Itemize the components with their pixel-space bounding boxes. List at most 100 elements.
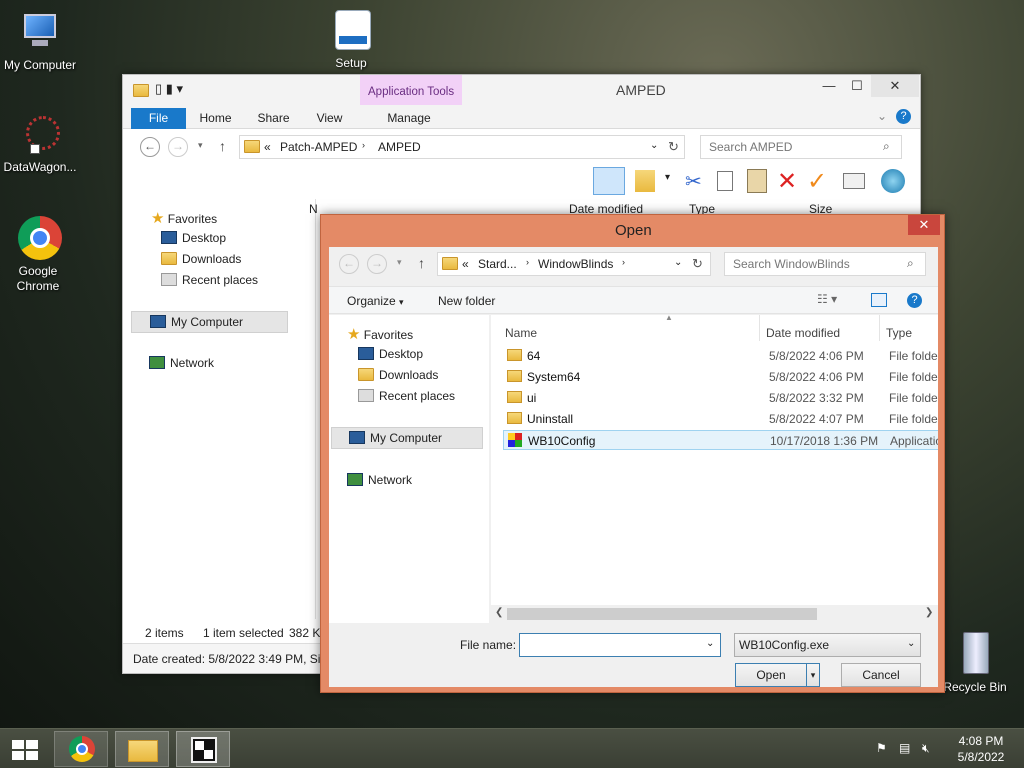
desktop-icon-datawagon[interactable]: DataWagon...: [0, 112, 80, 175]
action-center-flag-icon[interactable]: ⚑: [876, 741, 887, 755]
column-header-type[interactable]: Type: [886, 326, 912, 340]
scrollbar-thumb[interactable]: [507, 608, 817, 620]
tab-home[interactable]: Home: [193, 108, 238, 129]
chevron-right-icon[interactable]: ›: [622, 257, 625, 267]
desktop-icon-my-computer[interactable]: My Computer: [0, 10, 80, 73]
delete-icon[interactable]: ✕: [777, 167, 797, 196]
address-bar[interactable]: « Stard... › WindowBlinds › ⌄ ↻: [437, 252, 711, 276]
properties-icon[interactable]: [635, 170, 655, 192]
breadcrumb-overflow[interactable]: «: [462, 257, 469, 271]
minimize-button[interactable]: —: [815, 75, 843, 97]
breadcrumb-item[interactable]: WindowBlinds: [538, 257, 613, 271]
start-button[interactable]: [0, 731, 50, 767]
file-row[interactable]: Uninstall 5/8/2022 4:07 PM File folder: [503, 409, 938, 429]
search-box[interactable]: Search AMPED ⌕: [700, 135, 902, 159]
new-folder-button[interactable]: New folder: [438, 294, 495, 308]
file-row[interactable]: 64 5/8/2022 4:06 PM File folder: [503, 346, 938, 366]
address-dropdown-icon[interactable]: ⌄: [674, 257, 682, 268]
taskbar-explorer[interactable]: [115, 731, 169, 767]
chevron-down-icon[interactable]: ⌄: [907, 638, 915, 649]
nav-favorites[interactable]: ★ Favorites: [347, 325, 413, 343]
cut-icon[interactable]: ✂: [685, 169, 702, 194]
copy-icon[interactable]: [717, 171, 733, 191]
horizontal-scrollbar[interactable]: ❮ ❯: [491, 605, 938, 623]
tab-view[interactable]: View: [307, 108, 352, 129]
clock[interactable]: 4:08 PM 5/8/2022: [950, 733, 1012, 765]
tab-share[interactable]: Share: [251, 108, 296, 129]
desktop-icon-setup[interactable]: Setup: [311, 8, 391, 71]
quick-access-toolbar[interactable]: ▯ ▮ ▾: [155, 81, 183, 97]
tab-file[interactable]: File: [131, 108, 186, 129]
expand-ribbon-icon[interactable]: ⌄: [877, 109, 887, 123]
file-row[interactable]: ui 5/8/2022 3:32 PM File folder: [503, 388, 938, 408]
search-box[interactable]: Search WindowBlinds ⌕: [724, 252, 926, 276]
nav-my-computer[interactable]: My Computer: [131, 311, 288, 333]
open-split-dropdown[interactable]: ▾: [806, 663, 820, 687]
nav-desktop[interactable]: Desktop: [358, 347, 423, 361]
nav-recent-places[interactable]: Recent places: [358, 389, 455, 403]
help-icon[interactable]: ?: [896, 109, 911, 124]
forward-button[interactable]: →: [168, 137, 188, 157]
volume-muted-icon[interactable]: 🔇︎: [922, 741, 930, 756]
breadcrumb-item[interactable]: AMPED: [378, 140, 421, 154]
address-bar[interactable]: « Patch-AMPED › AMPED ⌄ ↻: [239, 135, 685, 159]
recent-locations-button[interactable]: ▾: [397, 257, 402, 268]
rename-icon[interactable]: [843, 173, 865, 189]
nav-my-computer[interactable]: My Computer: [331, 427, 483, 449]
nav-downloads[interactable]: Downloads: [358, 368, 438, 382]
file-name-input[interactable]: ⌄: [519, 633, 721, 657]
refresh-icon[interactable]: ↻: [692, 256, 703, 272]
up-button[interactable]: ↑: [219, 138, 226, 154]
breadcrumb-overflow[interactable]: «: [264, 140, 271, 154]
checkmark-icon[interactable]: ✓: [807, 167, 827, 196]
chevron-right-icon[interactable]: ›: [362, 140, 365, 150]
view-options-icon[interactable]: ☷ ▾: [817, 292, 837, 306]
nav-downloads[interactable]: Downloads: [161, 252, 241, 266]
refresh-icon[interactable]: ↻: [668, 139, 679, 155]
chevron-down-icon[interactable]: ▾: [665, 172, 670, 183]
forward-button[interactable]: →: [367, 254, 387, 274]
cancel-button[interactable]: Cancel: [841, 663, 921, 687]
close-button[interactable]: ✕: [871, 75, 919, 97]
layout-pane-icon[interactable]: [593, 167, 625, 195]
breadcrumb-item[interactable]: Stard...: [478, 257, 517, 271]
file-row[interactable]: WB10Config 10/17/2018 1:36 PM Application: [503, 430, 938, 450]
column-header-name[interactable]: Name: [505, 326, 537, 340]
paste-icon[interactable]: [747, 169, 767, 193]
nav-recent-places[interactable]: Recent places: [161, 273, 258, 287]
open-button[interactable]: Open: [735, 663, 807, 687]
preview-pane-icon[interactable]: [871, 293, 887, 307]
dialog-close-button[interactable]: ✕: [908, 215, 940, 235]
taskbar-chrome[interactable]: [54, 731, 108, 767]
column-header-name[interactable]: N: [309, 202, 318, 216]
desktop-icon-chrome[interactable]: Google Chrome: [0, 216, 78, 294]
desktop-icon-recycle-bin[interactable]: Recycle Bin: [935, 632, 1015, 695]
search-icon[interactable]: ⌕: [883, 139, 890, 154]
share-globe-icon[interactable]: [881, 169, 905, 193]
nav-network[interactable]: Network: [347, 473, 412, 487]
recent-locations-button[interactable]: ▾: [198, 140, 203, 151]
nav-network[interactable]: Network: [149, 356, 214, 370]
search-icon[interactable]: ⌕: [907, 256, 914, 271]
chevron-right-icon[interactable]: ›: [526, 257, 529, 267]
help-icon[interactable]: ?: [907, 293, 922, 308]
back-button[interactable]: ←: [339, 254, 359, 274]
up-button[interactable]: ↑: [418, 255, 425, 271]
scroll-left-icon[interactable]: ❮: [495, 607, 503, 618]
tab-manage[interactable]: Manage: [379, 108, 439, 129]
folder-icon: [133, 84, 149, 97]
file-row[interactable]: System64 5/8/2022 4:06 PM File folder: [503, 367, 938, 387]
column-header-date[interactable]: Date modified: [766, 326, 840, 340]
file-type-select[interactable]: WB10Config.exe ⌄: [734, 633, 921, 657]
organize-button[interactable]: Organize ▾: [347, 294, 404, 308]
taskbar-windowblinds[interactable]: [176, 731, 230, 767]
maximize-button[interactable]: ☐: [843, 75, 871, 97]
address-dropdown-icon[interactable]: ⌄: [650, 140, 658, 151]
breadcrumb-item[interactable]: Patch-AMPED: [280, 140, 357, 154]
nav-favorites[interactable]: ★ Favorites: [151, 209, 217, 227]
chevron-down-icon[interactable]: ⌄: [706, 638, 714, 649]
nav-desktop[interactable]: Desktop: [161, 231, 226, 245]
scroll-right-icon[interactable]: ❯: [925, 607, 933, 618]
network-tray-icon[interactable]: ▤: [899, 741, 910, 755]
back-button[interactable]: ←: [140, 137, 160, 157]
